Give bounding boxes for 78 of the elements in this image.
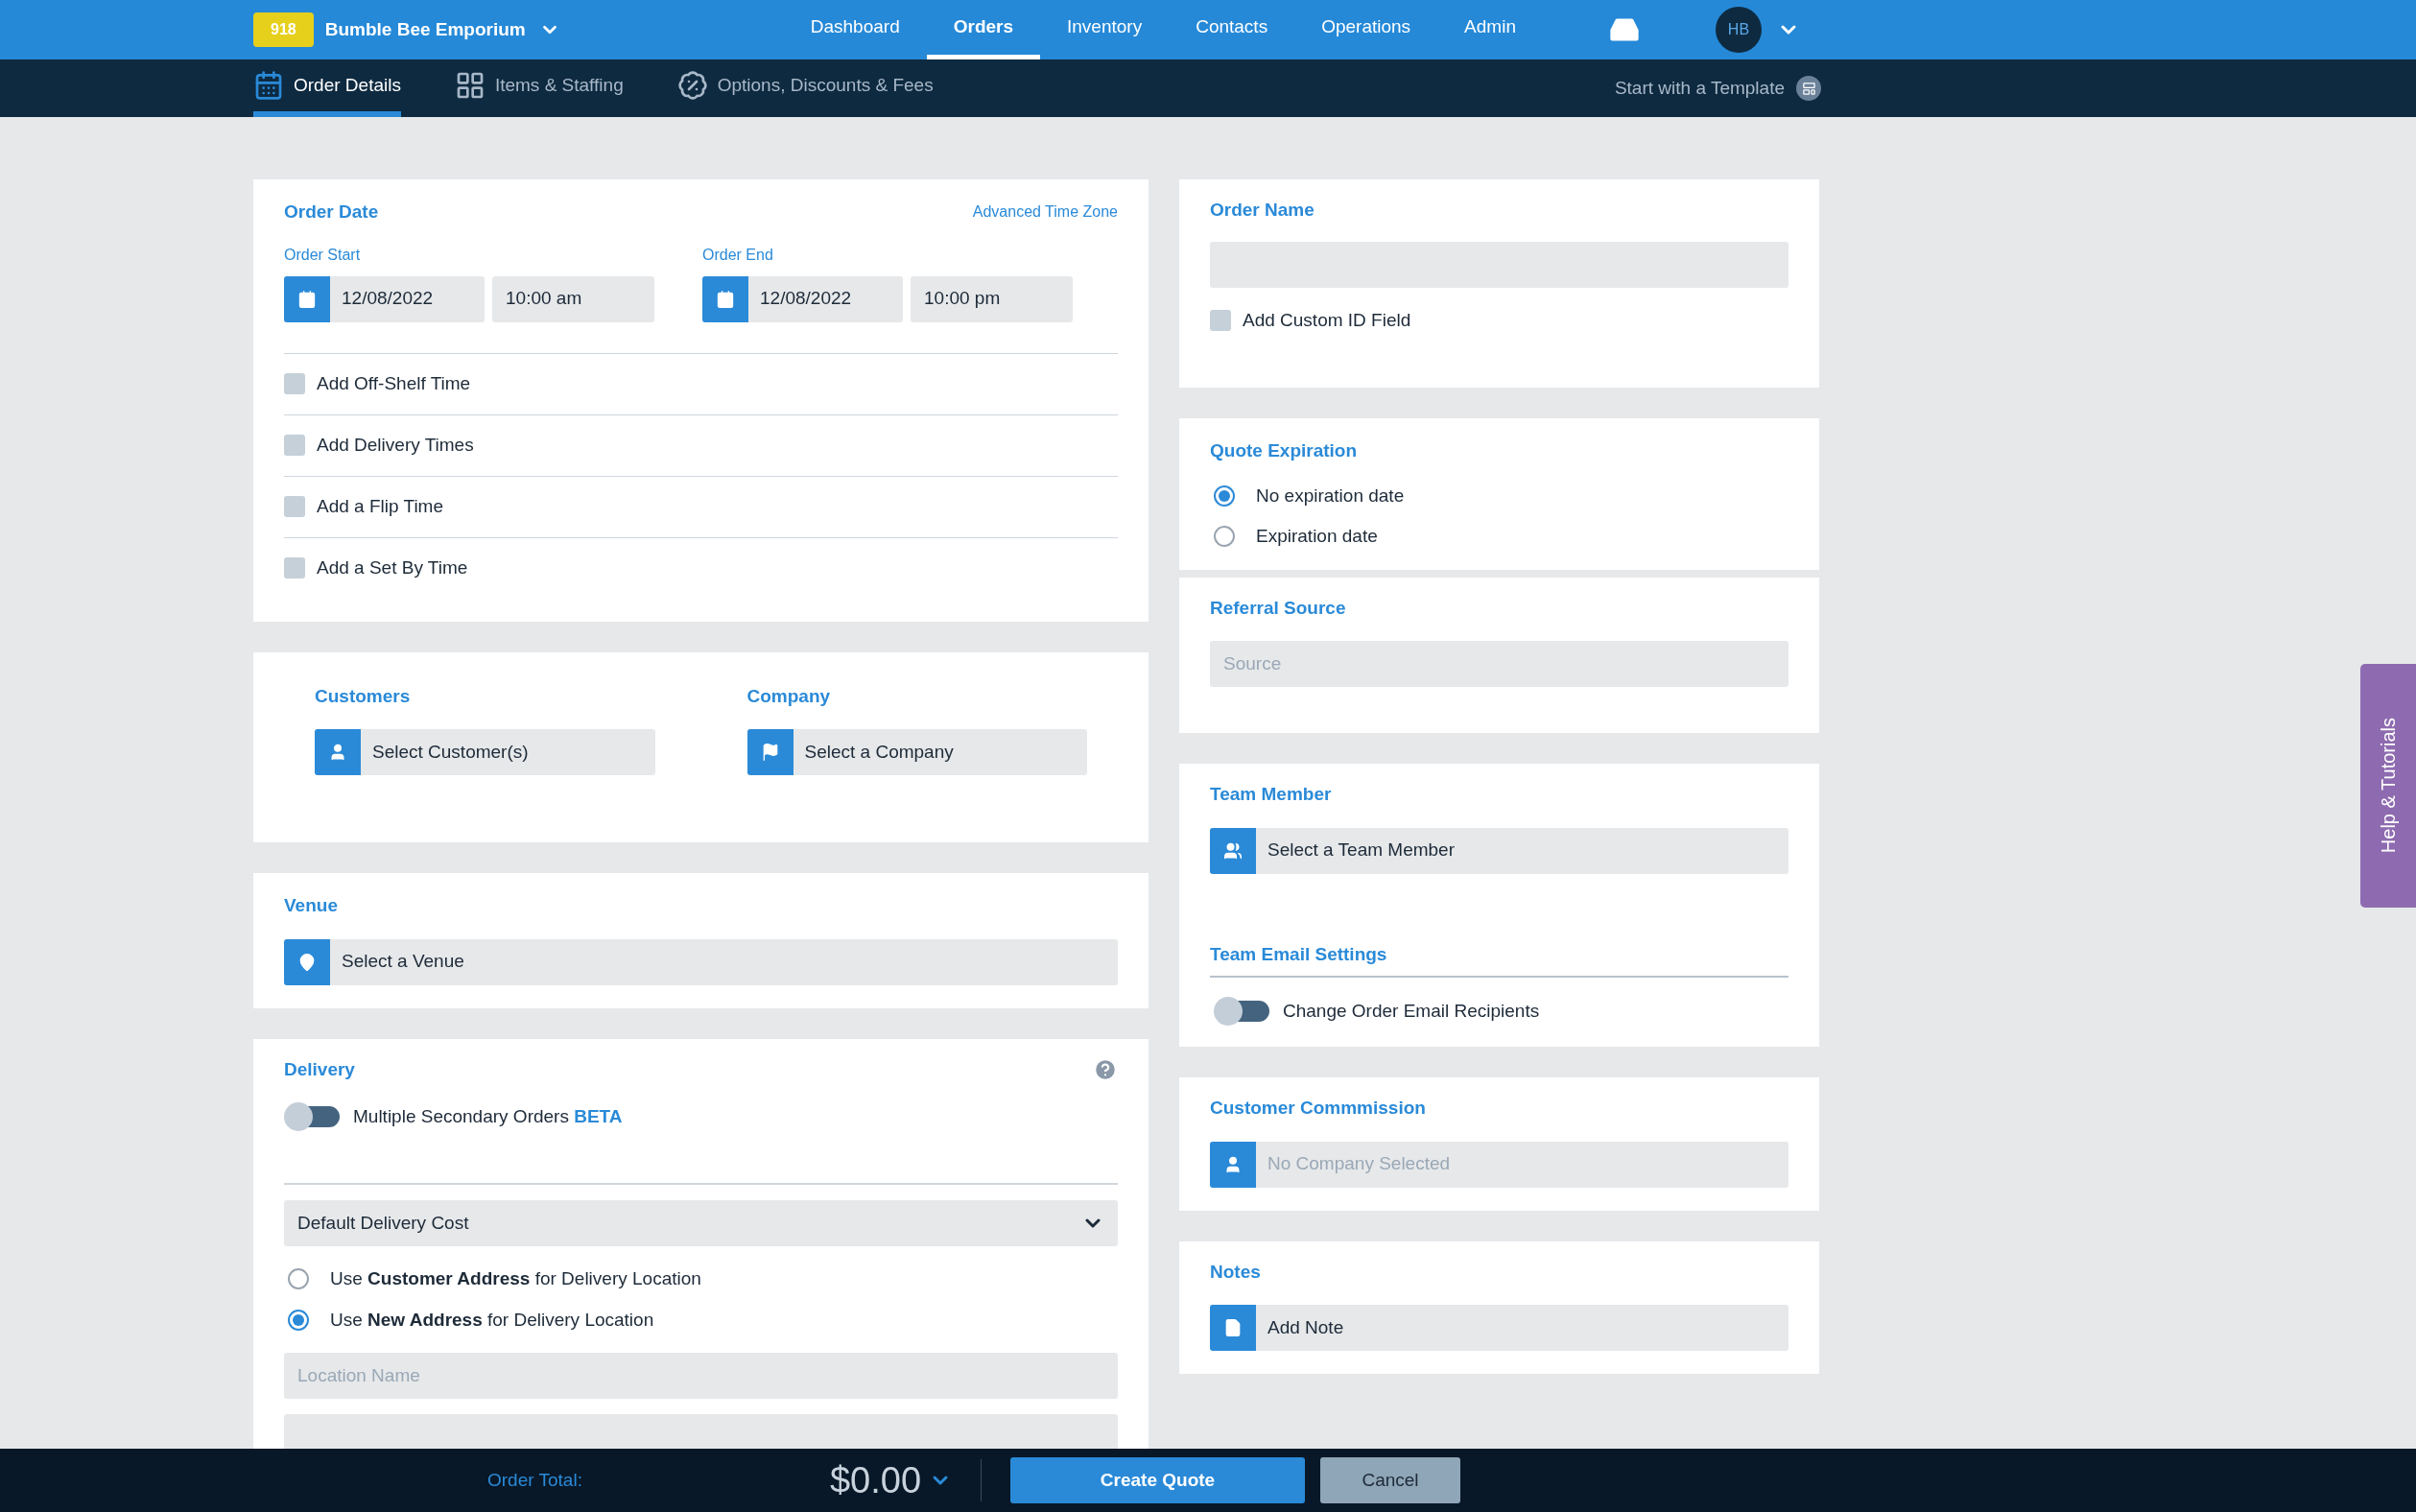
user-avatar[interactable]: HB — [1715, 7, 1762, 53]
section-title: Customer Commmission — [1210, 1097, 1427, 1120]
customer-select[interactable]: Select Customer(s) — [315, 729, 655, 775]
add-note-button[interactable]: Add Note — [1210, 1305, 1788, 1351]
calendar-icon — [284, 275, 330, 322]
checkbox-label: Add Off-Shelf Time — [317, 371, 471, 395]
delivery-cost-select[interactable]: Default Delivery Cost — [284, 1200, 1118, 1246]
pin-icon — [284, 938, 330, 985]
checkbox[interactable] — [284, 373, 305, 394]
section-title: Team Member — [1210, 783, 1333, 806]
field-label: Order End — [702, 245, 774, 265]
checkbox-label: Add a Flip Time — [317, 494, 443, 518]
company-switcher[interactable]: Bumble Bee Emporium — [324, 15, 560, 44]
sub-nav-tab[interactable]: Items & Staffing — [454, 59, 624, 117]
flag-icon — [746, 729, 793, 775]
radio-label: Use New Address for Delivery Location — [330, 1308, 654, 1332]
section-title: Team Email Settings — [1210, 942, 1388, 966]
company-select[interactable]: Select a Company — [746, 729, 1087, 775]
order-name-field[interactable] — [1210, 241, 1788, 288]
order-total-label: Order Total: — [487, 1468, 582, 1492]
toggle-switch[interactable] — [284, 1102, 340, 1131]
radio-label: Use Customer Address for Delivery Location — [330, 1267, 701, 1290]
radio-button[interactable] — [288, 1268, 309, 1290]
cancel-button[interactable]: Cancel — [1320, 1457, 1460, 1503]
checkbox[interactable] — [284, 435, 305, 456]
section-title: Customers — [315, 684, 412, 708]
help-tutorials-tab[interactable]: Help & Tutorials — [2360, 664, 2416, 908]
nav-tab[interactable]: Operations — [1294, 0, 1438, 59]
time-field[interactable]: 10:00 pm — [911, 275, 1073, 322]
location-name-field[interactable]: Location Name — [284, 1353, 1118, 1399]
checkbox[interactable] — [1210, 309, 1231, 331]
nav-tab[interactable]: Admin — [1437, 0, 1543, 59]
order-total[interactable]: $0.00 — [829, 1453, 952, 1508]
section-title: Notes — [1210, 1260, 1262, 1284]
radio-label: No expiration date — [1256, 484, 1405, 508]
nav-tab[interactable]: Dashboard — [783, 0, 927, 59]
checkbox[interactable] — [284, 496, 305, 517]
toggle-label: Multiple Secondary Orders BETA — [353, 1104, 623, 1128]
radio-button[interactable] — [1214, 484, 1235, 507]
team-member-select[interactable]: Select a Team Member — [1210, 827, 1788, 874]
sub-nav-tab[interactable]: Options, Discounts & Fees — [676, 59, 934, 117]
person-icon — [315, 729, 361, 775]
section-title: Company — [746, 684, 832, 708]
section-title: Referral Source — [1210, 596, 1347, 620]
radio-button[interactable] — [1214, 526, 1235, 548]
document-icon — [1210, 1305, 1256, 1351]
checkbox-label: Add Delivery Times — [317, 433, 474, 457]
person-icon — [1210, 1141, 1256, 1188]
checkbox[interactable] — [284, 557, 305, 579]
field-label: Order Start — [284, 245, 362, 265]
time-zone-link[interactable]: Advanced Time Zone — [972, 201, 1118, 224]
nav-tab[interactable]: Contacts — [1169, 0, 1295, 59]
date-field[interactable]: 12/08/2022 — [284, 275, 485, 322]
percent-badge-icon — [676, 70, 708, 101]
sub-nav-tab[interactable]: Order Details — [253, 59, 401, 117]
people-icon — [1210, 827, 1256, 874]
create-quote-button[interactable]: Create Quote — [1010, 1457, 1305, 1503]
checkbox-label: Add Custom ID Field — [1243, 308, 1411, 332]
checkbox-label: Add a Set By Time — [317, 555, 468, 579]
account-badge: 918 — [253, 12, 314, 47]
template-icon — [1796, 76, 1821, 101]
nav-tab[interactable]: Inventory — [1040, 0, 1170, 59]
section-title: Quote Expiration — [1210, 439, 1359, 462]
source-field[interactable]: Source — [1210, 641, 1788, 687]
radio-label: Expiration date — [1256, 525, 1378, 548]
section-title: Delivery — [284, 1057, 355, 1081]
date-field[interactable]: 12/08/2022 — [702, 275, 903, 322]
template-button[interactable]: Start with a Template — [1614, 59, 1821, 117]
section-title: Order Date — [284, 201, 379, 224]
venue-select[interactable]: Select a Venue — [284, 938, 1118, 985]
calendar-icon — [702, 275, 748, 322]
toggle-label: Change Order Email Recipients — [1283, 999, 1540, 1023]
radio-button[interactable] — [288, 1309, 309, 1331]
calendar-icon — [253, 70, 284, 101]
section-title: Venue — [284, 894, 339, 917]
time-field[interactable]: 10:00 am — [492, 275, 654, 322]
section-title: Order Name — [1210, 199, 1315, 222]
toggle-switch[interactable] — [1214, 997, 1269, 1026]
